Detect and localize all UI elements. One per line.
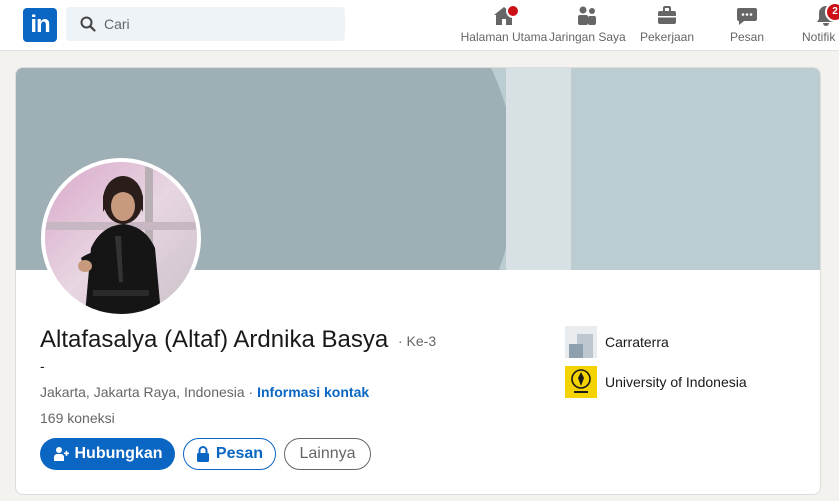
search-input[interactable] <box>104 7 334 41</box>
person-photo <box>45 162 197 314</box>
profile-location: Jakarta, Jakarta Raya, Indonesia · Infor… <box>40 384 369 400</box>
company-name: Carraterra <box>605 334 669 350</box>
more-button[interactable]: Lainnya <box>284 438 371 470</box>
message-button-label: Pesan <box>215 445 264 462</box>
affiliation-company[interactable]: Carraterra <box>565 326 669 358</box>
connect-button[interactable]: Hubungkan <box>40 438 175 470</box>
school-name: University of Indonesia <box>605 374 747 390</box>
more-button-label: Lainnya <box>299 445 356 462</box>
affiliation-school[interactable]: University of Indonesia <box>565 366 747 398</box>
nav-item-notifications[interactable]: 2 Notifik <box>800 0 839 51</box>
nav-item-jobs[interactable]: Pekerjaan <box>632 0 702 51</box>
notification-count-badge: 2 <box>825 2 839 22</box>
profile-card: Altafasalya (Altaf) Ardnika Basya · Ke-3… <box>15 67 821 495</box>
network-icon <box>578 6 596 25</box>
top-navigation-bar: in Halaman Utama Jaringan Saya Pek <box>0 0 839 51</box>
profile-photo[interactable] <box>41 158 201 318</box>
cover-band-shape <box>506 68 571 270</box>
location-text: Jakarta, Jakarta Raya, Indonesia · <box>40 384 258 400</box>
contact-info-link[interactable]: Informasi kontak <box>257 384 369 400</box>
nav-item-label: Jaringan Saya <box>549 30 626 44</box>
search-icon <box>80 16 96 32</box>
connection-degree: · Ke-3 <box>398 333 437 349</box>
school-logo <box>565 366 597 398</box>
nav-item-label: Notifik <box>802 30 836 44</box>
nav-item-label: Pesan <box>729 30 765 44</box>
nav-item-label: Pekerjaan <box>639 30 695 44</box>
search-box[interactable] <box>66 7 345 41</box>
add-person-icon <box>53 447 69 461</box>
messaging-icon <box>737 8 757 25</box>
nav-item-home[interactable]: Halaman Utama <box>460 0 548 51</box>
nav-item-messaging[interactable]: Pesan <box>712 0 782 51</box>
connections-count[interactable]: 169 koneksi <box>40 410 115 426</box>
connect-button-label: Hubungkan <box>74 445 163 462</box>
nav-item-label: Halaman Utama <box>460 30 548 44</box>
company-logo <box>565 326 597 358</box>
nav-item-network[interactable]: Jaringan Saya <box>549 0 626 51</box>
profile-name: Altafasalya (Altaf) Ardnika Basya <box>40 326 389 353</box>
briefcase-icon <box>658 6 676 24</box>
message-button[interactable]: Pesan <box>183 438 276 470</box>
profile-headline: - <box>40 358 45 374</box>
notification-dot <box>506 4 520 18</box>
linkedin-logo[interactable]: in <box>23 8 57 42</box>
lock-icon <box>196 446 209 462</box>
